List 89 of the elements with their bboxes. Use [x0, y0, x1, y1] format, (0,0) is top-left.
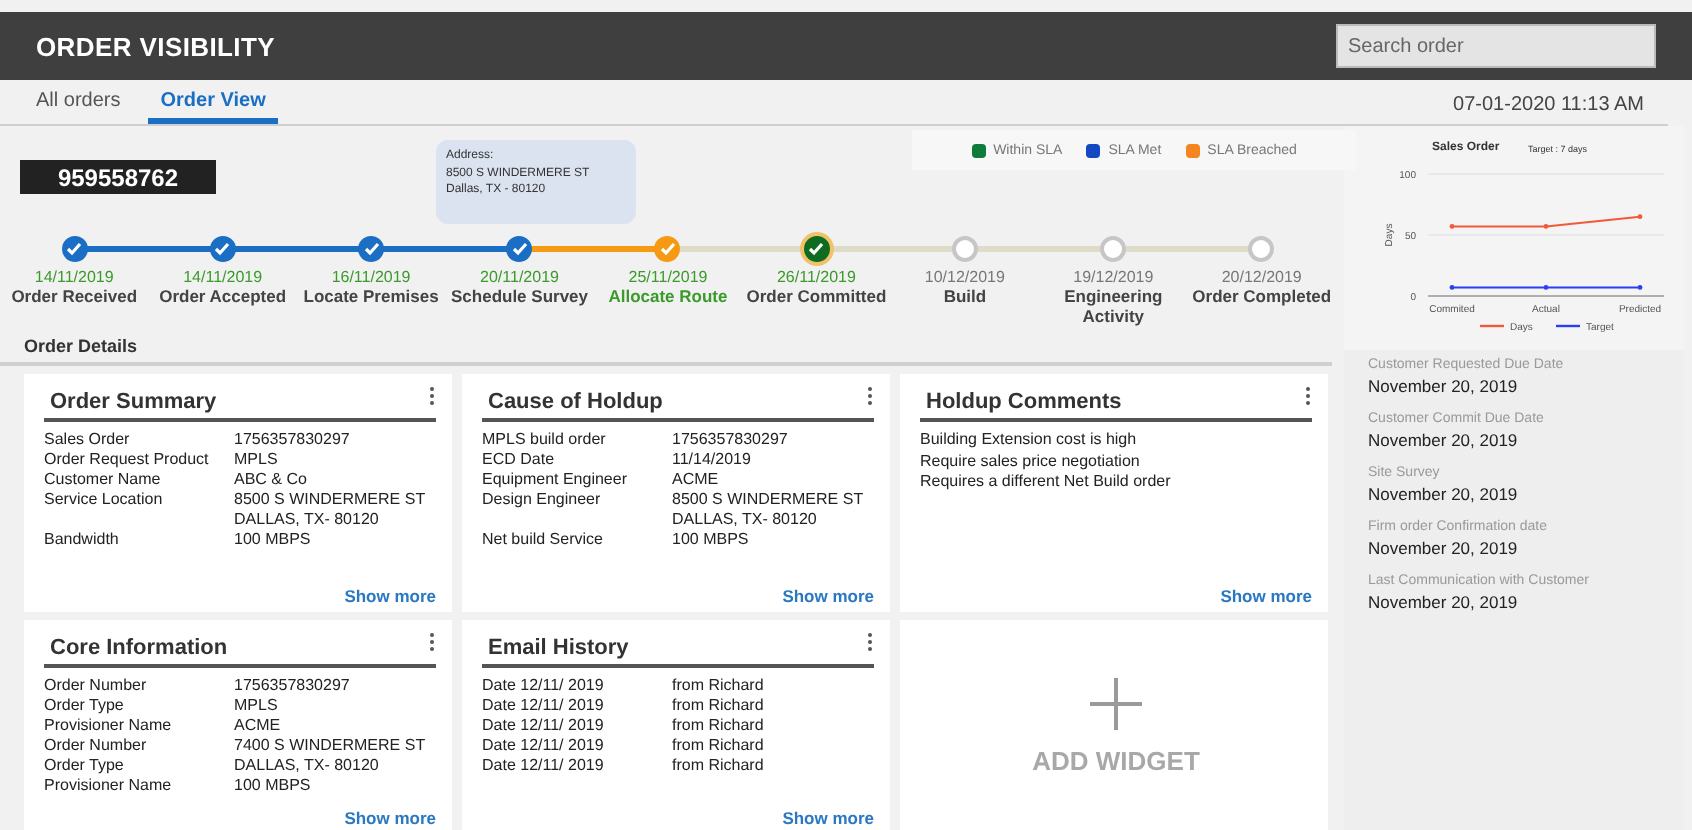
order-number: 959558762 — [20, 160, 216, 194]
step-label: Allocate Route — [606, 286, 730, 306]
field-label: ECD Date — [482, 450, 557, 470]
field-label: MPLS build order — [482, 430, 608, 450]
field-label: Provisioner Name — [44, 776, 174, 796]
step-date: 20/12/2019 — [1221, 268, 1302, 286]
field-label: Order Number — [44, 676, 149, 696]
step-label: Engineering Activity — [1062, 286, 1165, 326]
field-label: Order Request Product — [44, 450, 211, 470]
step-label: Order Accepted — [157, 286, 289, 306]
field-value: 100 MBPS — [234, 530, 311, 550]
field-label: Date 12/11/ 2019 — [482, 756, 606, 776]
step-date: 25/11/2019 — [628, 268, 708, 286]
field-label: Provisioner Name — [44, 716, 174, 736]
field-value: 100 MBPS — [672, 530, 749, 550]
card-title: Email History — [486, 634, 629, 660]
field-value: ABC & Co — [234, 470, 307, 490]
field-value: 1756357830297 — [234, 430, 350, 450]
date-value: November 20, 2019 — [1368, 484, 1520, 504]
show-more-link[interactable]: Show more — [1220, 586, 1312, 606]
step-label: Order Committed — [744, 286, 889, 306]
step-label: Schedule Survey — [449, 286, 591, 306]
field-value: from Richard — [672, 696, 764, 716]
field-label: Bandwidth — [44, 530, 121, 550]
step-date: 26/11/2019 — [776, 268, 856, 286]
field-label: Sales Order — [44, 430, 132, 450]
field-value: 1756357830297 — [234, 676, 350, 696]
timestamp: 07-01-2020 11:13 AM — [1453, 94, 1644, 120]
search-field[interactable]: Search order — [1336, 24, 1656, 68]
field-value: from Richard — [672, 716, 764, 736]
field-value: 11/14/2019 — [672, 450, 751, 470]
step-date: 14/11/2019 — [183, 268, 263, 286]
step-date: 10/12/2019 — [924, 268, 1005, 286]
step-date: 20/11/2019 — [480, 268, 559, 286]
card-title: Holdup Comments — [924, 388, 1122, 414]
step-date: 19/12/2019 — [1073, 268, 1154, 286]
section-title: Order Details — [0, 336, 1332, 366]
field-label: Design Engineer — [482, 490, 603, 512]
field-value: from Richard — [672, 756, 764, 776]
field-label: Customer Name — [44, 470, 163, 490]
show-more-link[interactable]: Show more — [344, 808, 436, 828]
field-label: Date 12/11/ 2019 — [482, 676, 606, 696]
field-value: ACME — [234, 716, 281, 736]
date-value: November 20, 2019 — [1368, 538, 1520, 558]
field-value: from Richard — [672, 676, 764, 696]
field-value: ACME — [672, 470, 719, 490]
field-value: 8500 S WINDERMERE ST — [234, 490, 426, 510]
field-value: 1756357830297 — [672, 430, 788, 450]
field-value: 8500 S WINDERMERE ST — [672, 490, 864, 510]
card-title: Core Information — [48, 634, 228, 660]
step-label: Build — [941, 286, 989, 306]
step-label: Order Completed — [1190, 286, 1334, 306]
date-value: November 20, 2019 — [1368, 376, 1520, 396]
field-value: DALLAS, TX- 80120 — [234, 510, 381, 530]
date-value: November 20, 2019 — [1368, 430, 1520, 450]
field-value: MPLS — [234, 696, 278, 716]
field-value: 100 MBPS — [234, 776, 311, 796]
step-label: Locate Premises — [301, 286, 441, 306]
app-title: ORDER VISIBILITY — [36, 31, 275, 61]
field-value: 7400 S WINDERMERE ST — [234, 736, 426, 756]
card-title: Order Summary — [48, 388, 217, 414]
date-value: November 20, 2019 — [1368, 592, 1520, 612]
field-label: Net build Service — [482, 530, 605, 550]
field-label: Date 12/11/ 2019 — [482, 716, 606, 736]
show-more-link[interactable]: Show more — [782, 808, 874, 828]
tab[interactable]: Order View — [148, 90, 278, 124]
card-title: Cause of Holdup — [486, 388, 663, 414]
comment-text: Requires a different Net Build order — [920, 472, 1173, 493]
field-value: DALLAS, TX- 80120 — [672, 510, 819, 530]
field-label: Order Number — [44, 736, 149, 756]
comment-text: Require sales price negotiation — [920, 451, 1142, 472]
step-date: 16/11/2019 — [331, 268, 411, 286]
field-value: DALLAS, TX- 80120 — [234, 756, 379, 776]
add-widget-label: ADD WIDGET — [1032, 746, 1200, 776]
field-label: Equipment Engineer — [482, 470, 629, 490]
field-label: Date 12/11/ 2019 — [482, 736, 606, 756]
comment-text: Building Extension cost is high — [920, 430, 1139, 451]
field-label: Service Location — [44, 490, 165, 512]
field-label: Order Type — [44, 696, 126, 716]
field-value: from Richard — [672, 736, 764, 756]
field-value: MPLS — [234, 450, 278, 470]
show-more-link[interactable]: Show more — [782, 586, 874, 606]
field-label: Order Type — [44, 756, 126, 776]
tab[interactable]: All orders — [24, 90, 133, 124]
show-more-link[interactable]: Show more — [344, 586, 436, 606]
step-date: 14/11/2019 — [34, 268, 114, 286]
field-label: Date 12/11/ 2019 — [482, 696, 606, 716]
add-widget-card[interactable]: ADD WIDGET — [900, 620, 1328, 830]
step-label: Order Received — [9, 286, 140, 306]
